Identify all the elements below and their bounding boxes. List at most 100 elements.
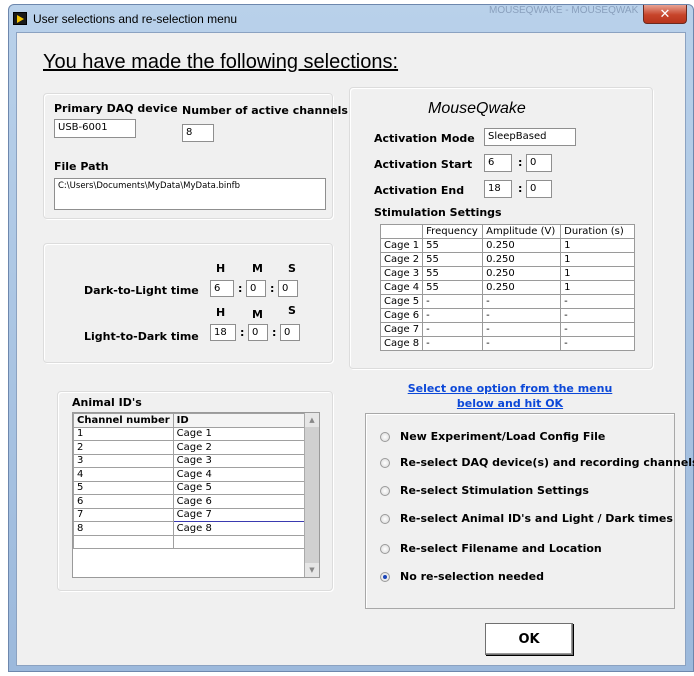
animal-id-cell[interactable]: Cage 8 [172,521,316,536]
radio-button-icon[interactable] [380,543,390,554]
stimulation-settings-table[interactable]: Frequency Amplitude (V) Duration (s) Cage 1… [379,224,636,351]
channel-number-cell[interactable]: 7 [73,507,174,522]
stim-table-row[interactable]: Cage 8--- [379,336,636,351]
radio-button-icon[interactable] [380,431,390,442]
light-to-dark-minutes[interactable]: 0 [248,324,268,341]
stim-cell[interactable]: - [560,322,636,337]
channel-number-cell[interactable]: 6 [73,494,174,509]
stim-cell[interactable]: 1 [560,252,636,267]
activation-start-minutes[interactable]: 0 [526,154,552,172]
file-path-field[interactable]: C:\Users\Documents\MyData\MyData.binfb [54,178,326,210]
animal-id-cell[interactable]: Cage 3 [172,453,316,468]
animal-table-row[interactable]: 8 Cage 8 [73,521,316,536]
dark-to-light-seconds[interactable]: 0 [278,280,298,297]
scroll-up-arrow-icon[interactable]: ▲ [305,413,319,427]
light-to-dark-seconds[interactable]: 0 [280,324,300,341]
reselection-option-1[interactable]: New Experiment/Load Config File [380,430,605,443]
channel-number-cell[interactable]: 5 [73,480,174,495]
stim-cell[interactable]: - [422,322,484,337]
animal-id-cell[interactable]: Cage 7 [172,507,316,522]
stim-cell[interactable]: - [560,308,636,323]
stim-cell[interactable]: Cage 8 [379,336,424,351]
scroll-down-arrow-icon[interactable]: ▼ [305,563,319,577]
animal-id-cell[interactable] [172,534,316,549]
stim-table-row[interactable]: Cage 3 55 0.250 1 [379,266,636,281]
stim-cell[interactable]: 55 [422,238,484,253]
reselection-option-5[interactable]: Re-select Filename and Location [380,542,602,555]
stim-cell[interactable]: Cage 4 [379,280,424,295]
stim-cell[interactable]: Cage 2 [379,252,424,267]
ok-button[interactable]: OK [485,623,573,655]
animal-id-cell[interactable]: Cage 5 [172,480,316,495]
channel-number-cell[interactable]: 4 [73,467,174,482]
stim-table-row[interactable]: Cage 2 55 0.250 1 [379,252,636,267]
animal-ids-scrollbar[interactable]: ▲ ▼ [304,413,319,577]
activation-mode-field[interactable]: SleepBased [484,128,576,146]
stim-cell[interactable]: 1 [560,266,636,281]
light-to-dark-hours[interactable]: 18 [210,324,236,341]
radio-button-icon[interactable] [380,457,390,468]
activation-end-minutes[interactable]: 0 [526,180,552,198]
animal-table-row[interactable]: 5 Cage 5 [73,480,316,495]
stim-table-row[interactable]: Cage 5--- [379,294,636,309]
stim-cell[interactable]: 0.250 [482,280,562,295]
activation-start-hours[interactable]: 6 [484,154,512,172]
stim-table-row[interactable]: Cage 6--- [379,308,636,323]
animal-id-cell[interactable]: Cage 4 [172,467,316,482]
stim-cell[interactable]: 55 [422,280,484,295]
stim-cell[interactable]: - [482,294,562,309]
stim-cell[interactable]: - [560,294,636,309]
dark-to-light-hours[interactable]: 6 [210,280,234,297]
stim-table-row[interactable]: Cage 1 55 0.250 1 [379,238,636,253]
animal-table-row[interactable]: 2 Cage 2 [73,440,316,455]
stim-cell[interactable]: Cage 7 [379,322,424,337]
stim-table-row[interactable]: Cage 4 55 0.250 1 [379,280,636,295]
reselection-option-6[interactable]: No re-selection needed [380,570,544,583]
stim-cell[interactable]: - [482,322,562,337]
channel-number-cell[interactable]: 2 [73,440,174,455]
animal-id-cell[interactable]: Cage 6 [172,494,316,509]
stim-cell[interactable]: 55 [422,252,484,267]
stim-cell[interactable]: Cage 6 [379,308,424,323]
channel-number-cell[interactable]: 3 [73,453,174,468]
active-channels-field[interactable]: 8 [182,124,214,142]
stim-cell[interactable]: - [422,336,484,351]
stim-cell[interactable]: - [422,308,484,323]
dark-to-light-minutes[interactable]: 0 [246,280,266,297]
stim-cell[interactable]: 1 [560,280,636,295]
radio-button-icon[interactable] [380,571,390,582]
reselection-option-4[interactable]: Re-select Animal ID's and Light / Dark t… [380,512,673,525]
radio-button-icon[interactable] [380,485,390,496]
animal-ids-table[interactable]: Channel number ID 1 Cage 1 2 Cage 2 3 Cage 3 4 Ca… [73,413,316,549]
stim-cell[interactable]: - [482,336,562,351]
channel-number-cell[interactable]: 1 [73,426,174,441]
stim-cell[interactable]: Cage 3 [379,266,424,281]
stim-cell[interactable]: - [422,294,484,309]
channel-number-cell[interactable] [73,534,174,549]
reselection-option-2[interactable]: Re-select DAQ device(s) and recording ch… [380,456,694,469]
animal-table-row[interactable]: 4 Cage 4 [73,467,316,482]
stim-cell[interactable]: 55 [422,266,484,281]
animal-table-row[interactable]: 6 Cage 6 [73,494,316,509]
stim-cell[interactable]: 0.250 [482,266,562,281]
animal-table-row[interactable]: 3 Cage 3 [73,453,316,468]
primary-daq-field[interactable]: USB-6001 [54,119,136,138]
stim-cell[interactable]: Cage 1 [379,238,424,253]
animal-table-row[interactable] [73,534,316,549]
animal-id-cell[interactable]: Cage 1 [172,426,316,441]
stim-cell[interactable]: - [482,308,562,323]
channel-number-cell[interactable]: 8 [73,521,174,536]
radio-button-icon[interactable] [380,513,390,524]
stim-table-row[interactable]: Cage 7--- [379,322,636,337]
stim-cell[interactable]: 1 [560,238,636,253]
stim-cell[interactable]: Cage 5 [379,294,424,309]
stim-cell[interactable]: - [560,336,636,351]
stim-cell[interactable]: 0.250 [482,238,562,253]
animal-id-cell[interactable]: Cage 2 [172,440,316,455]
activation-end-hours[interactable]: 18 [484,180,512,198]
reselection-option-3[interactable]: Re-select Stimulation Settings [380,484,589,497]
close-button[interactable]: ✕ [643,5,687,24]
title-bar[interactable]: User selections and re-selection menu MO… [9,5,693,33]
animal-table-row[interactable]: 7 Cage 7 [73,507,316,522]
stim-cell[interactable]: 0.250 [482,252,562,267]
